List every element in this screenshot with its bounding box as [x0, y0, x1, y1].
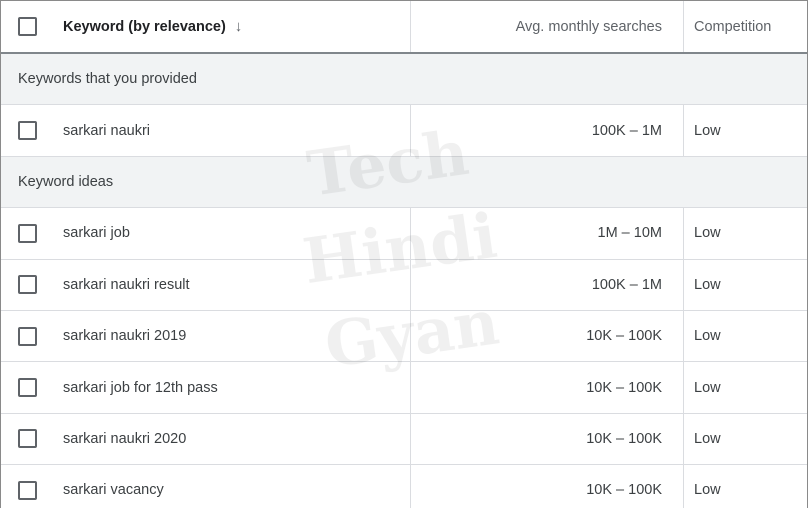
row-checkbox[interactable] [18, 378, 37, 398]
keyword-text: sarkari naukri result [63, 276, 190, 293]
keyword-text: sarkari vacancy [63, 482, 164, 499]
table-row: sarkari job 1M – 10M Low [1, 208, 807, 260]
keyword-text: sarkari naukri 2020 [63, 430, 187, 447]
row-checkbox[interactable] [18, 480, 37, 500]
keyword-text: sarkari job for 12th pass [63, 379, 218, 396]
searches-cell: 100K – 1M [411, 105, 684, 156]
row-checkbox[interactable] [18, 429, 37, 449]
keyword-cell: sarkari naukri 2020 [1, 413, 411, 465]
keyword-cell: sarkari naukri result [1, 259, 411, 310]
keyword-cell: sarkari vacancy [1, 465, 411, 508]
searches-cell: 10K – 100K [411, 362, 684, 413]
table-row: sarkari naukri result 100K – 1M Low [1, 259, 807, 311]
arrow-down-icon[interactable]: ↓ [235, 18, 243, 35]
keyword-cell: sarkari job [1, 208, 411, 259]
searches-cell: 1M – 10M [411, 208, 684, 259]
keyword-column-header[interactable]: Keyword (by relevance) ↓ [1, 1, 411, 52]
table-row: sarkari naukri 100K – 1M Low [1, 105, 807, 157]
searches-cell: 10K – 100K [411, 413, 684, 465]
keyword-text: sarkari naukri [63, 122, 151, 139]
searches-cell: 10K – 100K [411, 310, 684, 362]
row-checkbox[interactable] [18, 223, 37, 243]
keyword-text: sarkari naukri 2019 [63, 328, 187, 345]
keyword-header-label[interactable]: Keyword (by relevance) [63, 19, 226, 35]
searches-cell: 10K – 100K [411, 465, 684, 508]
table-row: sarkari vacancy 10K – 100K Low [1, 465, 807, 508]
row-checkbox[interactable] [18, 326, 37, 346]
keyword-cell: sarkari job for 12th pass [1, 362, 411, 413]
row-checkbox[interactable] [18, 275, 37, 295]
table-row: sarkari naukri 2019 10K – 100K Low [1, 310, 807, 363]
competition-cell: Low [694, 328, 721, 345]
competition-cell: Low [694, 379, 721, 396]
table-header: Keyword (by relevance) ↓ Avg. monthly se… [1, 1, 807, 54]
searches-cell: 100K – 1M [411, 259, 684, 310]
row-checkbox[interactable] [18, 121, 37, 141]
competition-cell: Low [694, 276, 721, 293]
group-header: Keyword ideas [1, 156, 807, 209]
competition-cell: Low [694, 482, 721, 499]
competition-cell: Low [694, 430, 721, 447]
searches-column-header[interactable]: Avg. monthly searches [411, 1, 684, 52]
competition-cell: Low [694, 225, 721, 242]
keyword-table: Keyword (by relevance) ↓ Avg. monthly se… [0, 0, 808, 508]
competition-cell: Low [694, 122, 721, 139]
group-header: Keywords that you provided [1, 54, 807, 106]
table-row: sarkari naukri 2020 10K – 100K Low [1, 413, 807, 466]
competition-column-header[interactable]: Competition [684, 1, 807, 52]
keyword-cell: sarkari naukri [1, 105, 411, 156]
keyword-cell: sarkari naukri 2019 [1, 310, 411, 362]
keyword-text: sarkari job [63, 225, 130, 242]
select-all-checkbox[interactable] [18, 17, 37, 36]
table-row: sarkari job for 12th pass 10K – 100K Low [1, 362, 807, 414]
